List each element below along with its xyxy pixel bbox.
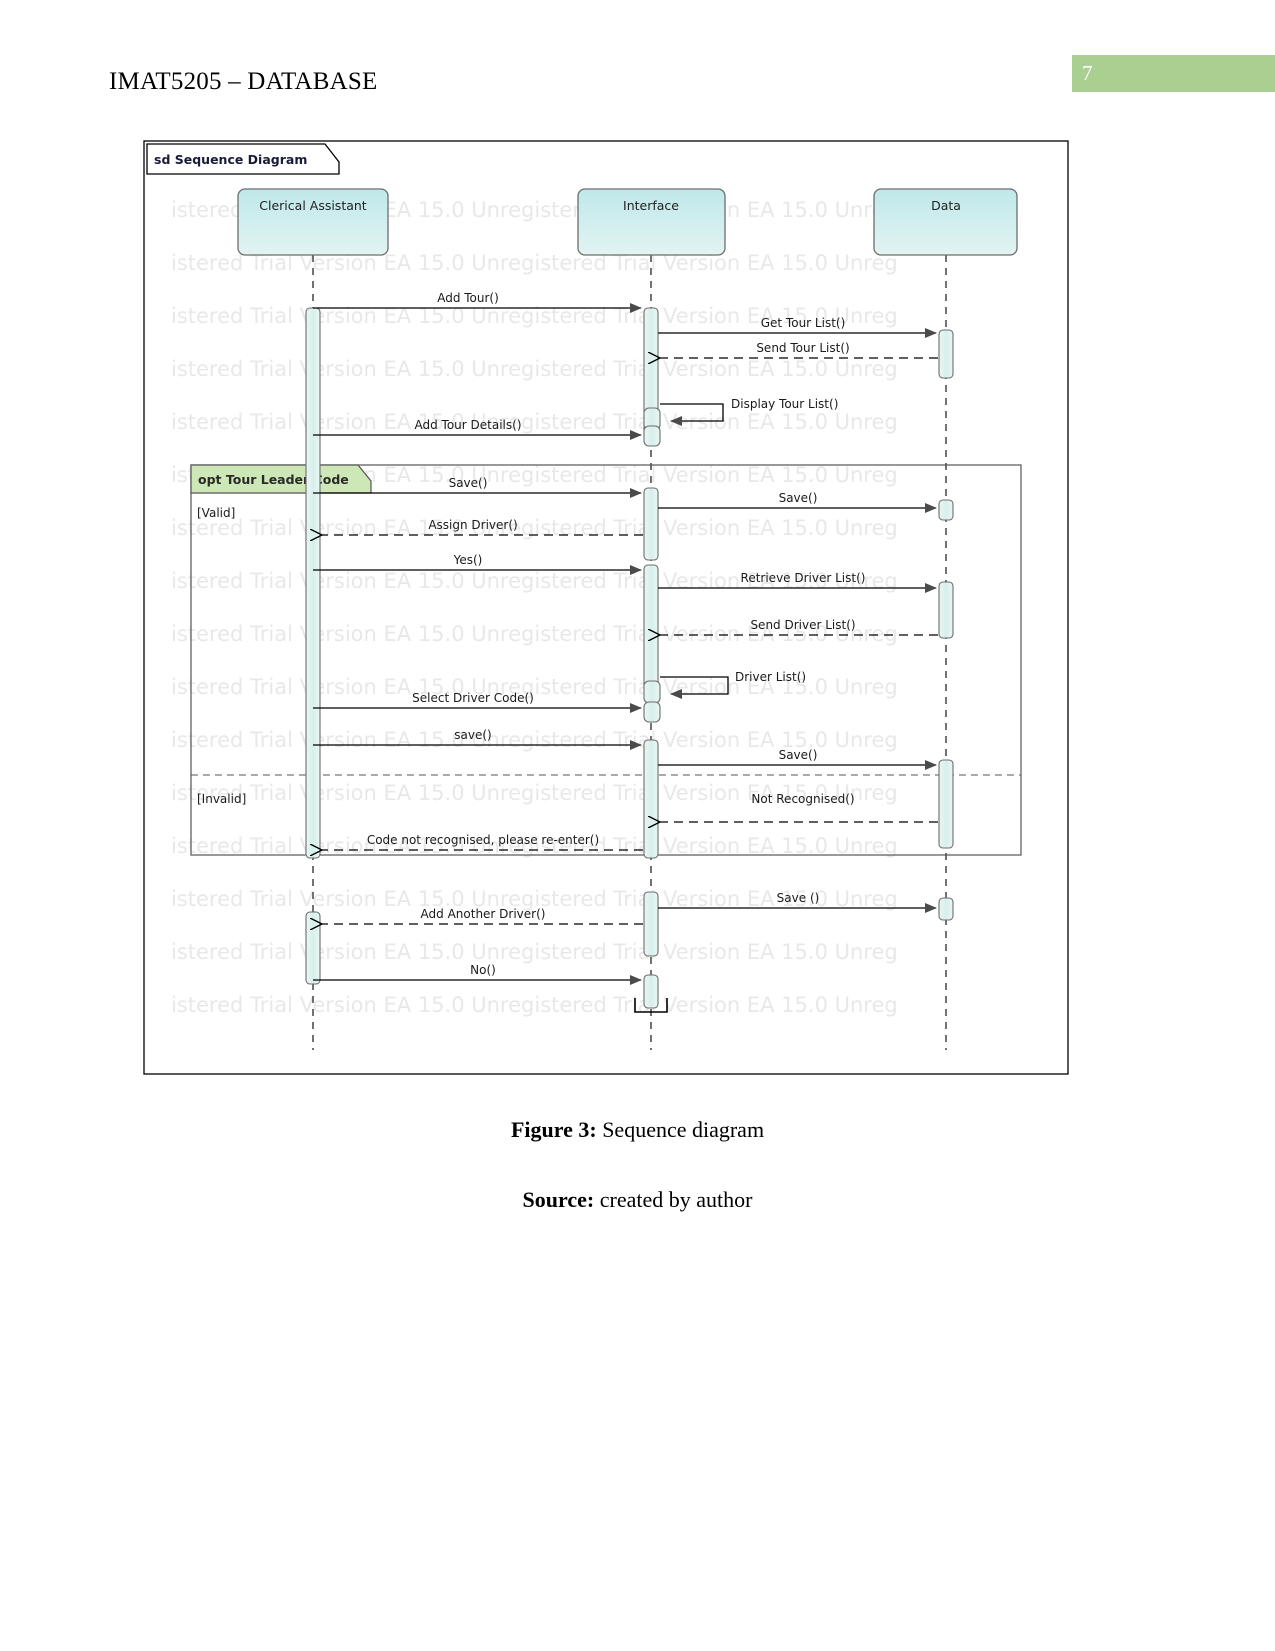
source-caption: Source: created by author xyxy=(0,1187,1275,1213)
message-label: Add Tour Details() xyxy=(415,418,522,432)
figure-caption-label: Figure 3: xyxy=(510,1117,597,1142)
message-label: Add Tour() xyxy=(437,291,499,305)
watermark-line: istered Trial Version EA 15.0 Unregister… xyxy=(171,516,898,540)
activation-bar-self xyxy=(643,680,661,704)
watermark-line: istered Trial Version EA 15.0 Unregister… xyxy=(171,357,898,381)
lifeline-header-data[interactable]: Data xyxy=(873,188,1018,256)
watermark-line: istered Trial Version EA 15.0 Unregister… xyxy=(171,993,898,1017)
message-label: Get Tour List() xyxy=(761,316,846,330)
sequence-diagram-canvas: sd Sequence Diagram istered Trial Versio… xyxy=(143,140,1069,1075)
message-label: Code not recognised, please re-enter() xyxy=(367,833,599,847)
message-label: Send Tour List() xyxy=(756,341,849,355)
activation-bar xyxy=(938,329,954,379)
activation-bar xyxy=(643,974,659,1009)
message-label: Retrieve Driver List() xyxy=(741,571,866,585)
lifeline-header-clerical-assistant[interactable]: Clerical Assistant xyxy=(237,188,389,256)
message-label: Display Tour List() xyxy=(731,397,838,411)
guard-valid: [Valid] xyxy=(197,506,235,520)
activation-bar xyxy=(938,759,954,849)
figure-caption-text: Sequence diagram xyxy=(596,1117,765,1142)
watermark-line: istered Trial Version EA 15.0 Unregister… xyxy=(171,940,898,964)
message-label: Select Driver Code() xyxy=(412,691,534,705)
figure-caption: Figure 3: Sequence diagram xyxy=(0,1117,1275,1143)
activation-bar xyxy=(938,897,954,921)
opt-fragment-label: opt Tour Leader Code xyxy=(198,472,349,487)
activation-bar xyxy=(305,911,321,985)
guard-invalid: [Invalid] xyxy=(197,792,246,806)
activation-bar xyxy=(643,891,659,957)
source-caption-text: created by author xyxy=(594,1187,753,1212)
message-label: Yes() xyxy=(453,553,483,567)
message-label: save() xyxy=(454,728,491,742)
message-label: Add Another Driver() xyxy=(421,907,546,921)
activation-bar xyxy=(938,581,954,639)
lifeline-header-interface[interactable]: Interface xyxy=(577,188,726,256)
message-label: Save() xyxy=(779,748,818,762)
activation-bar xyxy=(643,564,659,694)
message-label: Driver List() xyxy=(735,670,806,684)
message-label: Not Recognised() xyxy=(751,792,854,806)
source-caption-label: Source: xyxy=(522,1187,595,1212)
document-page: 7 IMAT5205 – DATABASE sd Sequence Diagra… xyxy=(0,0,1275,1651)
message-label: Save() xyxy=(449,476,488,490)
message-label: No() xyxy=(470,963,496,977)
activation-bar-self xyxy=(643,701,661,723)
activation-bar xyxy=(305,307,321,859)
message-label: Send Driver List() xyxy=(750,618,855,632)
frame-label: sd Sequence Diagram xyxy=(154,152,307,167)
activation-bar xyxy=(938,499,954,521)
diagram-frame xyxy=(143,140,1069,1075)
watermark-line: istered Trial Version EA 15.0 Unregister… xyxy=(171,410,898,434)
message-label: Save() xyxy=(779,491,818,505)
message-label: Save () xyxy=(777,891,820,905)
activation-bar-self xyxy=(643,425,661,447)
message-label: Assign Driver() xyxy=(428,518,517,532)
lifeline-name: Clerical Assistant xyxy=(259,198,367,213)
sequence-diagram: sd Sequence Diagram istered Trial Versio… xyxy=(143,140,1069,1075)
page-number: 7 xyxy=(1082,61,1093,85)
lifeline-name: Data xyxy=(931,198,961,213)
document-header-title: IMAT5205 – DATABASE xyxy=(109,68,378,95)
activation-bar xyxy=(643,487,659,561)
activation-bar xyxy=(643,739,659,859)
lifeline-name: Interface xyxy=(623,198,679,213)
